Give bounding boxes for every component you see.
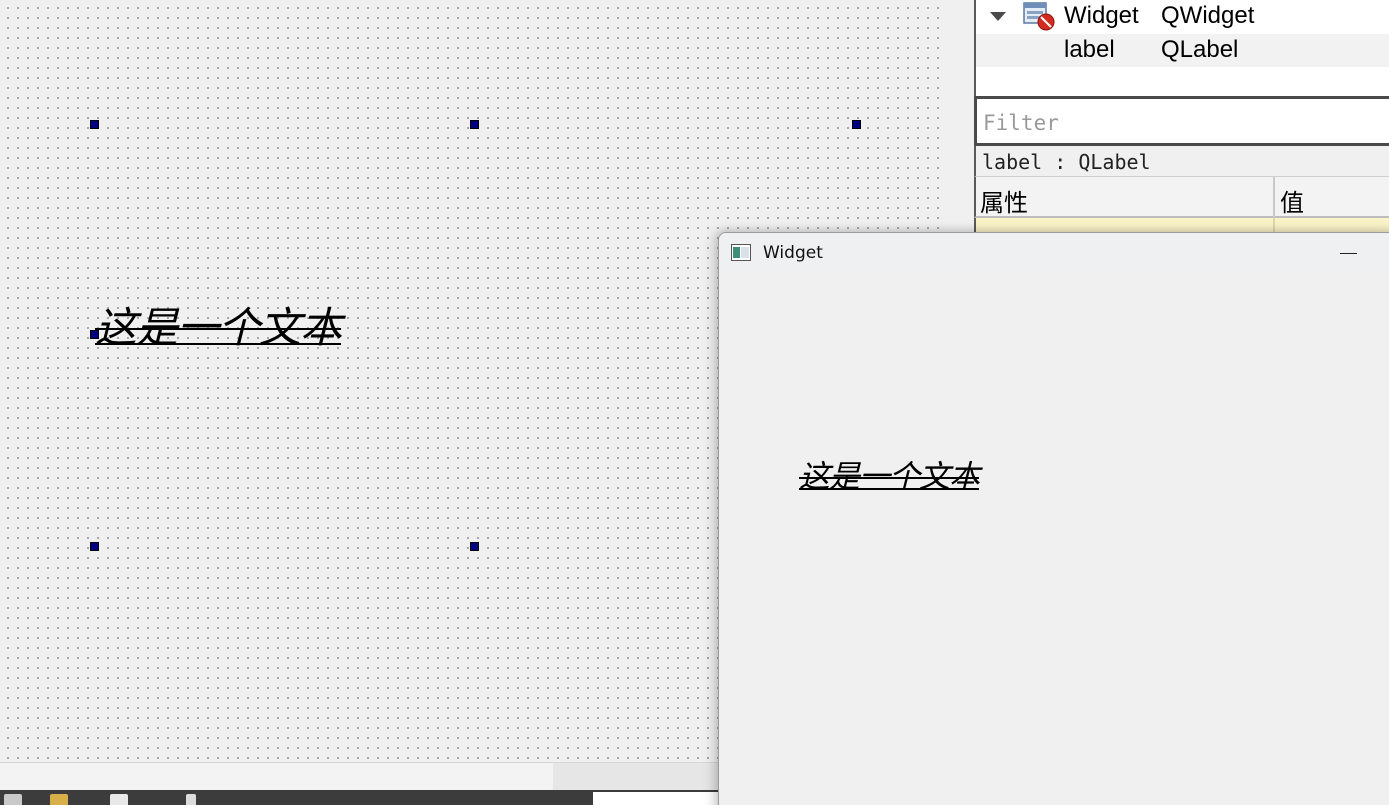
selection-handle-top-left[interactable] <box>90 120 99 129</box>
property-filter-box <box>974 96 1389 146</box>
designer-label-text[interactable]: 这是一个文本 <box>95 300 342 356</box>
filter-input[interactable] <box>981 107 1375 139</box>
header-value[interactable]: 值 <box>1280 183 1304 218</box>
tree-item-name: Widget <box>1064 2 1139 29</box>
taskbar-blank-area <box>593 792 720 805</box>
horizontal-scrollbar[interactable] <box>0 762 554 791</box>
screen: 这是一个文本 Widget QWidget label QLabel Filte… <box>0 0 1389 805</box>
tree-row-label[interactable]: label QLabel <box>976 34 1389 67</box>
window-app-icon <box>731 244 751 261</box>
taskbar-app-icon-2[interactable] <box>50 794 68 805</box>
tree-row-widget[interactable]: Widget QWidget <box>976 0 1389 33</box>
selected-object-caption: label : QLabel <box>974 146 1389 176</box>
selection-handle-top-middle[interactable] <box>470 120 479 129</box>
property-table-header: 属性 值 <box>974 176 1389 219</box>
running-widget-window: Widget 这是一个文本 <box>718 232 1389 805</box>
header-property[interactable]: 属性 <box>980 183 1028 218</box>
selection-handle-bottom-middle[interactable] <box>470 542 479 551</box>
object-inspector: Widget QWidget label QLabel <box>974 0 1389 96</box>
tree-item-name: label <box>1064 36 1115 63</box>
minimize-icon[interactable] <box>1325 237 1371 269</box>
taskbar-app-icon-1[interactable] <box>4 794 22 805</box>
column-separator[interactable] <box>1273 177 1275 219</box>
selection-handle-top-right[interactable] <box>852 120 861 129</box>
window-title: Widget <box>763 243 823 263</box>
taskbar-app-icon-3[interactable] <box>110 794 128 805</box>
triangle-down-icon[interactable] <box>990 12 1006 21</box>
scrollbar-track[interactable] <box>553 762 723 791</box>
widget-form-icon <box>1023 2 1055 31</box>
runtime-label-text: 这是一个文本 <box>799 459 980 495</box>
window-titlebar[interactable]: Widget <box>719 233 1389 273</box>
taskbar-app-icon-4[interactable] <box>186 794 196 805</box>
selection-handle-bottom-left[interactable] <box>90 542 99 551</box>
tree-item-class: QLabel <box>1161 36 1239 63</box>
tree-item-class: QWidget <box>1161 2 1255 29</box>
